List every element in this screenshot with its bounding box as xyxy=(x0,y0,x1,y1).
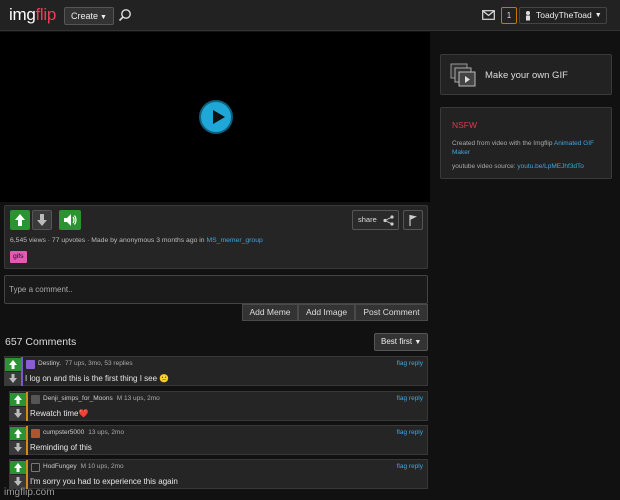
create-button[interactable]: Create ▼ xyxy=(64,7,114,25)
downvote-button[interactable] xyxy=(32,210,52,230)
post-comment-button[interactable]: Post Comment xyxy=(355,304,428,321)
mail-icon[interactable] xyxy=(482,10,495,20)
flag-reply-links[interactable]: flag reply xyxy=(397,429,423,436)
comment-text: Reminding of this xyxy=(30,443,92,452)
arrow-down-icon xyxy=(37,214,47,226)
upvote-button[interactable] xyxy=(10,210,30,230)
sound-toggle-button[interactable] xyxy=(59,210,81,230)
search-icon[interactable] xyxy=(118,8,132,22)
comment-upvote-button[interactable] xyxy=(10,461,26,474)
imgflip-watermark: imgflip.com xyxy=(4,487,55,498)
arrow-up-icon xyxy=(14,463,22,472)
avatar[interactable] xyxy=(31,395,40,404)
flag-reply-links[interactable]: flag reply xyxy=(397,360,423,367)
arrow-down-icon xyxy=(9,374,17,383)
sort-dropdown[interactable]: Best first ▼ xyxy=(374,333,428,351)
avatar[interactable] xyxy=(31,429,40,438)
post-meta: 6,545 views · 77 upvotes · Made by anony… xyxy=(10,237,263,244)
arrow-up-icon xyxy=(15,214,25,226)
comment-header: Destiny. 77 ups, 3mo, 53 replies xyxy=(38,360,133,367)
comment-upvote-button[interactable] xyxy=(10,393,26,406)
arrow-up-icon xyxy=(14,429,22,438)
notification-count[interactable]: 1 xyxy=(501,7,517,24)
comment-header: cumpster5000 13 ups, 2mo xyxy=(43,429,124,436)
share-icon xyxy=(383,215,394,226)
arrow-up-icon xyxy=(14,395,22,404)
flag-icon xyxy=(409,215,417,226)
comment-item: Denji_simps_for_Moons M 13 ups, 2mo flag … xyxy=(9,391,428,421)
tag-gifs[interactable]: gifs xyxy=(10,251,27,263)
video-source: youtube video source: youtu.be/LpMEJhf3d… xyxy=(452,163,584,170)
comment-depth-bar xyxy=(26,426,28,455)
speaker-icon xyxy=(64,214,77,226)
comment-username[interactable]: Destiny. xyxy=(38,360,61,367)
comment-depth-bar xyxy=(26,392,28,421)
created-with-text: Created from video with the Imgflip Anim… xyxy=(452,140,594,156)
youtube-source-link[interactable]: youtu.be/LpMEJhf3dTo xyxy=(517,163,584,170)
stream-link[interactable]: MS_memer_group xyxy=(206,237,262,244)
comment-item: Destiny. 77 ups, 3mo, 53 replies flag rep… xyxy=(4,356,428,386)
comment-text: I log on and this is the first thing I s… xyxy=(25,374,170,383)
arrow-down-icon xyxy=(14,443,22,452)
flag-reply-links[interactable]: flag reply xyxy=(397,463,423,470)
user-avatar-icon xyxy=(526,11,530,21)
nsfw-label: NSFW xyxy=(452,120,478,130)
comment-text: Rewatch time❤️ xyxy=(30,409,89,418)
comment-input-box[interactable] xyxy=(4,275,428,304)
username: ToadyTheToad xyxy=(536,10,592,20)
comment-input[interactable] xyxy=(5,276,427,303)
add-image-button[interactable]: Add Image xyxy=(298,304,355,321)
comment-downvote-button[interactable] xyxy=(10,441,26,454)
user-menu-button[interactable]: ToadyTheToad ▼ xyxy=(519,7,607,24)
comment-depth-bar xyxy=(21,357,23,386)
comment-depth-bar xyxy=(26,460,28,489)
add-meme-button[interactable]: Add Meme xyxy=(242,304,298,321)
comment-item: HodFungey M 10 ups, 2mo flag reply I'm so… xyxy=(9,459,428,489)
share-button[interactable]: share xyxy=(352,210,399,230)
flag-button[interactable] xyxy=(403,210,423,230)
comment-username[interactable]: Denji_simps_for_Moons xyxy=(43,395,113,402)
comment-upvote-button[interactable] xyxy=(10,427,26,440)
gif-info-panel: NSFW Created from video with the Imgflip… xyxy=(440,107,612,179)
comment-downvote-button[interactable] xyxy=(10,407,26,420)
comment-text: I'm sorry you had to experience this aga… xyxy=(30,477,178,486)
comment-username[interactable]: cumpster5000 xyxy=(43,429,84,436)
arrow-down-icon xyxy=(14,409,22,418)
avatar[interactable] xyxy=(26,360,35,369)
play-icon[interactable] xyxy=(199,100,233,134)
avatar[interactable] xyxy=(31,463,40,472)
gif-stack-icon xyxy=(450,63,476,87)
imgflip-logo[interactable]: imgflip xyxy=(9,5,56,25)
comment-username[interactable]: HodFungey xyxy=(43,463,77,470)
comment-upvote-button[interactable] xyxy=(5,358,21,371)
comment-count: 657 Comments xyxy=(5,336,77,348)
comment-header: Denji_simps_for_Moons M 13 ups, 2mo xyxy=(43,395,160,402)
make-gif-link[interactable]: Make your own GIF xyxy=(440,54,612,95)
arrow-up-icon xyxy=(9,360,17,369)
comment-downvote-button[interactable] xyxy=(5,372,21,385)
post-actions-panel: share 6,545 views · 77 upvotes · Made by… xyxy=(4,205,428,269)
comment-item: cumpster5000 13 ups, 2mo flag reply Remin… xyxy=(9,425,428,455)
top-nav: imgflip Create ▼ 1 ToadyTheToad ▼ xyxy=(0,0,620,31)
flag-reply-links[interactable]: flag reply xyxy=(397,395,423,402)
make-gif-label: Make your own GIF xyxy=(485,70,568,81)
comment-header: HodFungey M 10 ups, 2mo xyxy=(43,463,124,470)
